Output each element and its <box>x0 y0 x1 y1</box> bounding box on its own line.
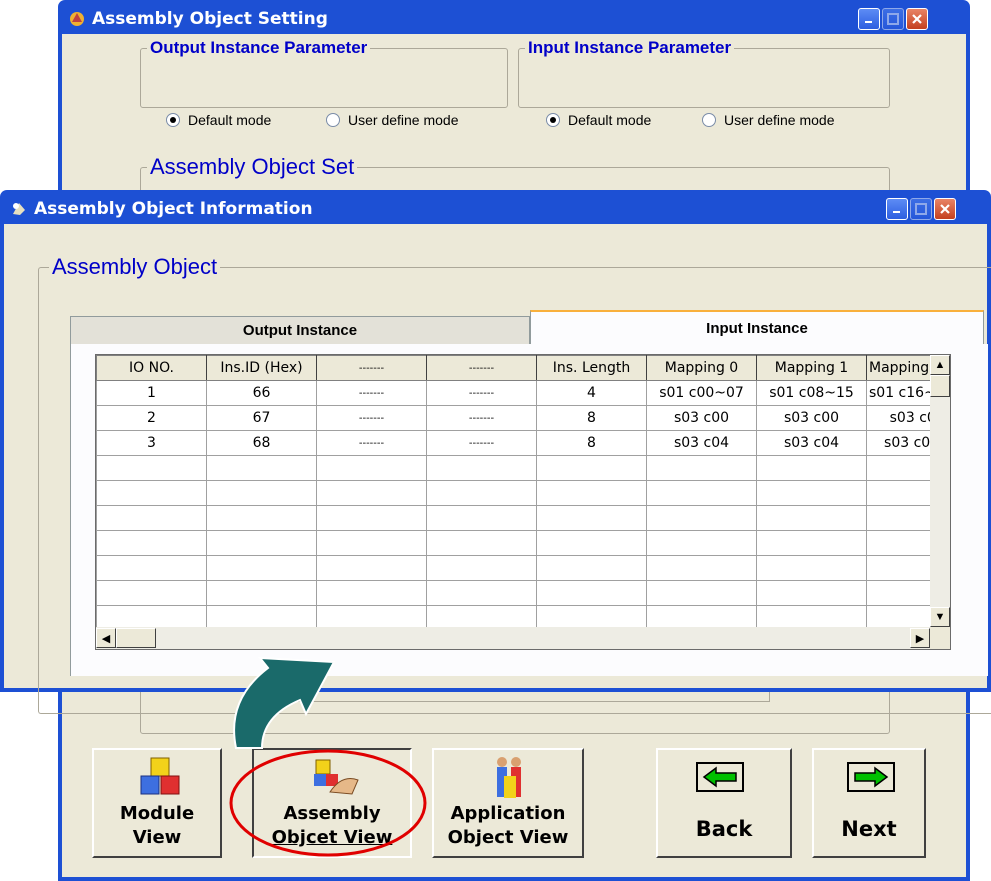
curved-arrow-icon <box>233 656 336 749</box>
highlight-circle <box>229 749 427 857</box>
annotation-overlay <box>229 656 427 857</box>
